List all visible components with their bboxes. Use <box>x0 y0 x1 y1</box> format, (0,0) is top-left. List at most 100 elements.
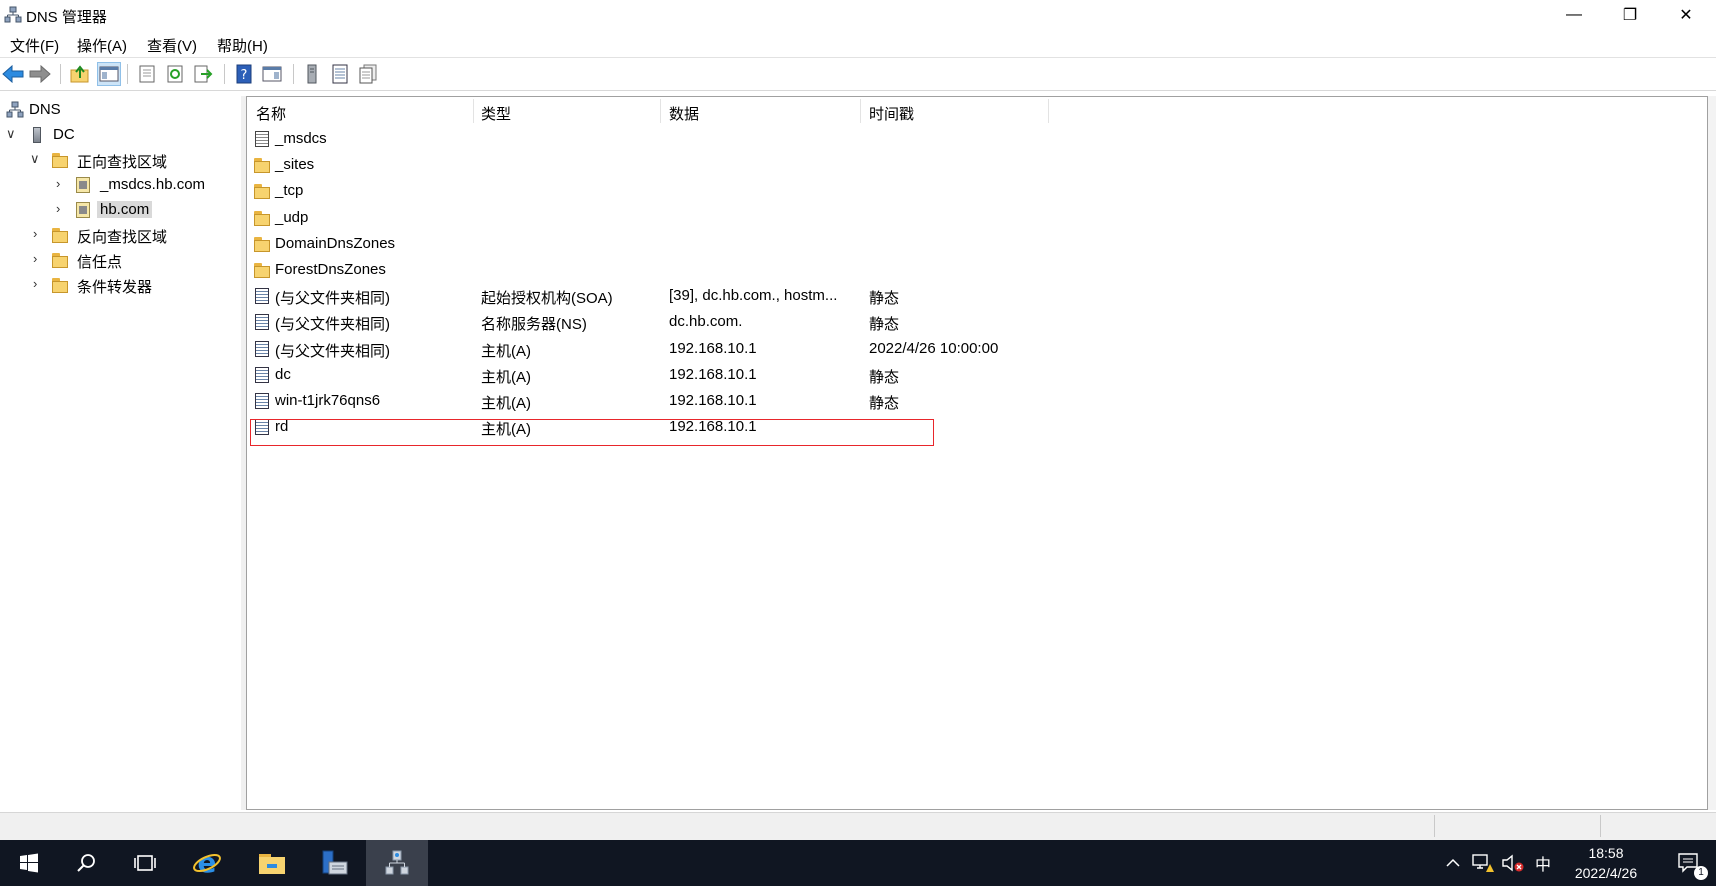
record-name: ForestDnsZones <box>275 261 386 278</box>
tree-item-trust-points[interactable]: › 信任点 <box>0 248 240 272</box>
up-one-level-button[interactable] <box>68 62 92 86</box>
column-divider[interactable] <box>660 99 661 123</box>
vertical-scrollbar[interactable] <box>1708 96 1716 810</box>
tree-item-hb-com[interactable]: › hb.com <box>0 198 240 222</box>
column-header-type[interactable]: 类型 <box>481 103 511 124</box>
server-button[interactable] <box>300 62 324 86</box>
tree-item-dc[interactable]: ∨ DC <box>0 123 240 147</box>
column-divider[interactable] <box>473 99 474 123</box>
restore-button[interactable]: ❐ <box>1602 0 1658 30</box>
minimize-button[interactable]: — <box>1546 0 1602 30</box>
list-row-6[interactable]: (与父文件夹相同) 起始授权机构(SOA) [39], dc.hb.com., ho… <box>247 283 1247 309</box>
export-list-button[interactable] <box>191 62 215 86</box>
menu-help[interactable]: 帮助(H) <box>217 35 268 56</box>
clock-button[interactable]: 18:58 2022/4/26 <box>1556 840 1656 886</box>
properties-button[interactable] <box>135 62 159 86</box>
record-timestamp: 静态 <box>869 368 900 386</box>
internet-explorer-button[interactable]: e <box>178 840 236 886</box>
menu-action[interactable]: 操作(A) <box>77 35 127 56</box>
svg-text:e: e <box>198 848 217 878</box>
tree-item-reverse-lookup-zones[interactable]: › 反向查找区域 <box>0 223 240 247</box>
column-divider[interactable] <box>860 99 861 123</box>
record-timestamp: 2022/4/26 10:00:00 <box>869 339 999 357</box>
volume-tray-button[interactable] <box>1498 840 1528 886</box>
folder-icon <box>253 182 271 200</box>
multi-record-button[interactable] <box>356 62 380 86</box>
record-icon <box>253 366 271 384</box>
record-type: 主机(A) <box>481 395 531 412</box>
tree-item-forward-lookup-zones[interactable]: ∨ 正向查找区域 <box>0 148 240 172</box>
list-row-9[interactable]: dc 主机(A) 192.168.10.1 静态 <box>247 362 1247 388</box>
column-header-timestamp[interactable]: 时间戳 <box>869 103 914 124</box>
network-tray-button[interactable] <box>1468 840 1498 886</box>
record-name: DomainDnsZones <box>275 234 396 252</box>
back-button[interactable] <box>1 62 25 86</box>
column-header-name[interactable]: 名称 <box>256 103 286 124</box>
chevron-right-icon[interactable]: › <box>56 177 68 191</box>
chevron-right-icon[interactable]: › <box>56 202 68 216</box>
list-row-8[interactable]: (与父文件夹相同) 主机(A) 192.168.10.1 2022/4/26 10:0… <box>247 336 1247 362</box>
chevron-right-icon[interactable]: › <box>33 252 45 266</box>
chevron-down-icon[interactable]: ∨ <box>30 152 42 166</box>
list-row-2[interactable]: _tcp <box>247 178 1247 204</box>
toolbar-separator <box>60 64 61 84</box>
start-button[interactable] <box>0 840 58 886</box>
tree-item-label-selected: hb.com <box>97 201 153 218</box>
show-hide-action-pane-button[interactable] <box>260 62 284 86</box>
server-icon <box>28 126 46 144</box>
list-row-1[interactable]: _sites <box>247 152 1247 178</box>
list-row-0[interactable]: _msdcs <box>247 126 1247 152</box>
list-row-7[interactable]: (与父文件夹相同) 名称服务器(NS) dc.hb.com. 静态 <box>247 309 1247 335</box>
close-button[interactable]: ✕ <box>1658 0 1714 30</box>
task-view-button[interactable] <box>116 840 174 886</box>
console-tree[interactable]: DNS ∨ DC ∨ 正向查找区域 › _msdcs.hb.com › hb.c… <box>0 96 242 810</box>
list-row-4[interactable]: DomainDnsZones <box>247 231 1247 257</box>
record-type: 名称服务器(NS) <box>481 316 587 334</box>
help-button[interactable]: ? <box>232 62 256 86</box>
show-hide-console-tree-button[interactable] <box>97 62 121 86</box>
refresh-button[interactable] <box>163 62 187 86</box>
chevron-right-icon[interactable]: › <box>33 277 45 291</box>
clock-time: 18:58 <box>1588 845 1624 861</box>
chevron-down-icon[interactable]: ∨ <box>6 127 18 141</box>
status-divider <box>1434 815 1435 837</box>
record-timestamp: 静态 <box>869 316 900 334</box>
notification-center-button[interactable]: 1 <box>1664 840 1714 886</box>
folder-icon <box>253 156 271 174</box>
record-list[interactable]: 名称 类型 数据 时间戳 _msdcs _sites _tcp _udp DomainD… <box>246 96 1708 810</box>
tree-item-dns[interactable]: DNS <box>0 98 240 122</box>
minimize-icon: — <box>1566 6 1582 23</box>
column-divider[interactable] <box>1048 99 1049 123</box>
export-list-icon <box>194 65 213 83</box>
record-timestamp: 静态 <box>869 290 900 308</box>
list-row-3[interactable]: _udp <box>247 205 1247 231</box>
record-data: 192.168.10.1 <box>669 339 757 357</box>
toolbar-separator <box>224 64 225 84</box>
menu-view[interactable]: 查看(V) <box>147 35 197 56</box>
dns-manager-taskbar-button[interactable] <box>366 840 428 886</box>
record-name: (与父文件夹相同) <box>275 290 390 308</box>
show-hidden-icons-button[interactable] <box>1438 840 1468 886</box>
forward-button[interactable] <box>28 62 52 86</box>
restore-icon: ❐ <box>1622 7 1638 24</box>
chevron-right-icon[interactable]: › <box>33 227 45 241</box>
record-data: [39], dc.hb.com., hostm... <box>669 287 838 305</box>
file-explorer-button[interactable] <box>243 840 301 886</box>
folder-icon <box>51 151 69 169</box>
list-row-5[interactable]: ForestDnsZones <box>247 257 1247 283</box>
tree-item-conditional-forwarders[interactable]: › 条件转发器 <box>0 273 240 297</box>
ime-indicator[interactable]: 中 <box>1528 840 1558 886</box>
list-view-button[interactable] <box>328 62 352 86</box>
tree-item-msdcs-zone[interactable]: › _msdcs.hb.com <box>0 173 240 197</box>
dns-manager-app-icon <box>4 6 22 24</box>
column-header-data[interactable]: 数据 <box>669 103 699 124</box>
zone-icon <box>74 201 92 219</box>
list-row-10[interactable]: win-t1jrk76qns6 主机(A) 192.168.10.1 静态 <box>247 388 1247 414</box>
back-arrow-icon <box>2 65 24 83</box>
search-button[interactable] <box>58 840 116 886</box>
menu-file[interactable]: 文件(F) <box>10 35 59 56</box>
record-name: (与父文件夹相同) <box>275 342 390 360</box>
volume-muted-icon <box>1502 854 1524 872</box>
server-manager-button[interactable] <box>305 840 363 886</box>
highlight-box-rd-record <box>250 419 934 446</box>
